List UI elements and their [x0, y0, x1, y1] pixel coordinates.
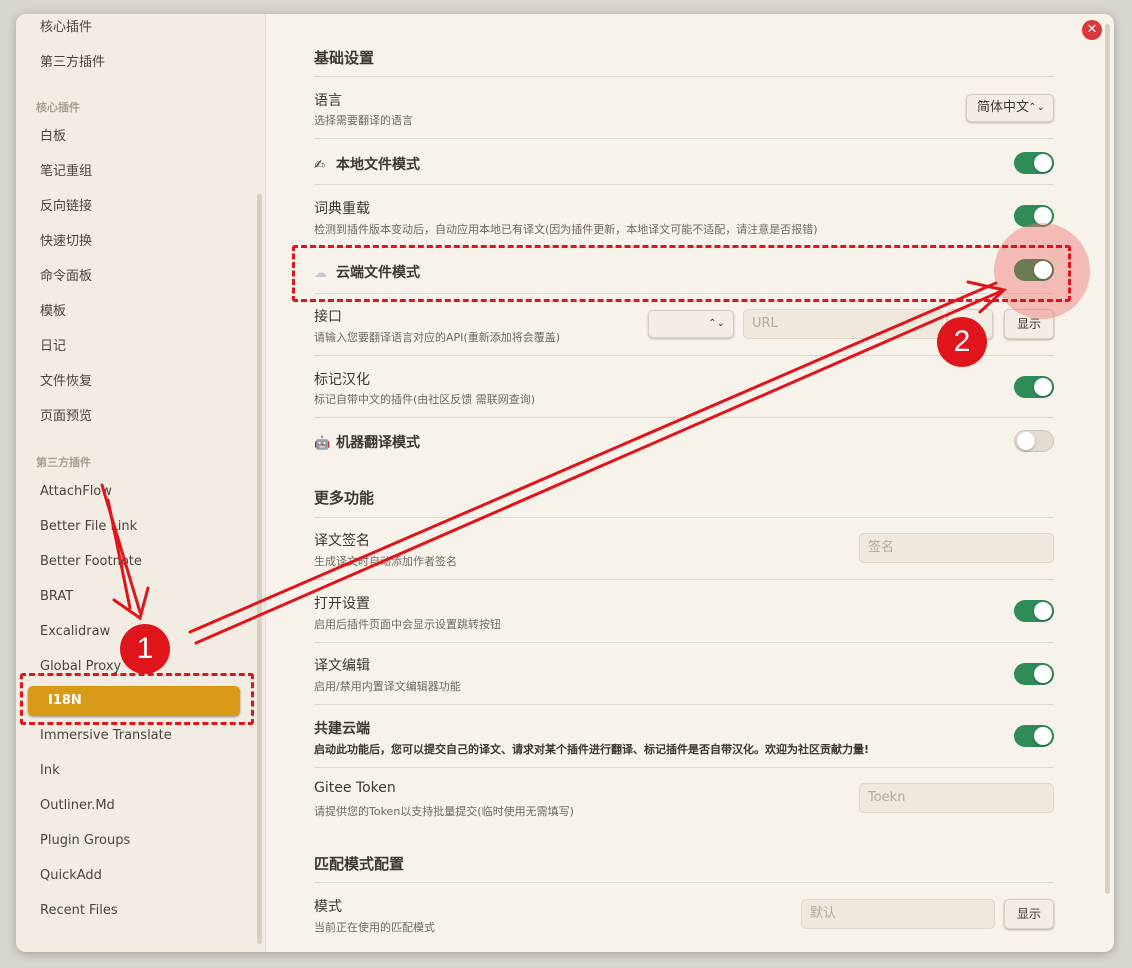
sidebar-header-core: 核心插件 — [36, 101, 80, 114]
sidebar-item-core-plugins-top[interactable]: 核心插件 — [28, 14, 240, 44]
local-mode-label: ✍ 本地文件模式 — [314, 157, 420, 173]
signature-desc: 生成译文时自动添加作者签名 — [314, 555, 457, 568]
sidebar-item-quickadd[interactable]: QuickAdd — [28, 860, 240, 892]
editor-desc: 启用/禁用内置译文编辑器功能 — [314, 680, 461, 693]
divider — [314, 138, 1054, 139]
settings-sidebar: 核心插件 第三方插件 核心插件 白板 笔记重组 反向链接 快速切换 命令面板 模… — [16, 14, 266, 952]
language-desc: 选择需要翻译的语言 — [314, 114, 413, 127]
pencil-icon: ✍ — [314, 158, 325, 173]
robot-icon: 🤖 — [314, 436, 331, 451]
chevron-updown-icon: ⌃⌄ — [1028, 102, 1045, 113]
close-icon[interactable]: ✕ — [1082, 20, 1102, 40]
open-settings-toggle[interactable] — [1014, 600, 1054, 622]
sidebar-item-file-recovery[interactable]: 文件恢复 — [28, 366, 240, 398]
section-title-basic: 基础设置 — [314, 49, 375, 67]
mark-toggle[interactable] — [1014, 376, 1054, 398]
signature-label: 译文签名 — [314, 533, 370, 549]
editor-toggle[interactable] — [1014, 663, 1054, 685]
settings-content: 基础设置 语言 选择需要翻译的语言 简体中文 ⌃⌄ ✍ 本地文件模式 词典重载 检… — [266, 14, 1114, 952]
gitee-label: Gitee Token — [314, 780, 396, 796]
divider — [314, 642, 1054, 643]
mode-desc: 当前正在使用的匹配模式 — [314, 921, 435, 934]
co-cloud-desc: 启动此功能后，您可以提交自己的译文、请求对某个插件进行翻译、标记插件是否自带汉化… — [314, 743, 870, 756]
divider — [314, 704, 1054, 705]
mode-show-button[interactable]: 显示 — [1004, 899, 1054, 929]
gitee-desc: 请提供您的Token以支持批量提交(临时使用无需填写) — [314, 805, 574, 818]
annotation-step-1: 1 — [120, 624, 170, 674]
section-title-more: 更多功能 — [314, 489, 375, 507]
sidebar-item-daily-notes[interactable]: 日记 — [28, 331, 240, 363]
divider — [314, 417, 1054, 418]
co-cloud-toggle[interactable] — [1014, 725, 1054, 747]
api-language-select[interactable]: ⌃⌄ — [648, 310, 734, 338]
mode-label: 模式 — [314, 899, 342, 915]
sidebar-item-canvas[interactable]: 白板 — [28, 121, 240, 153]
divider — [314, 767, 1054, 768]
sidebar-item-note-composer[interactable]: 笔记重组 — [28, 156, 240, 188]
gitee-token-input[interactable]: Toekn — [859, 783, 1054, 813]
sidebar-item-command-palette[interactable]: 命令面板 — [28, 261, 240, 293]
sidebar-item-quick-switcher[interactable]: 快速切换 — [28, 226, 240, 258]
sidebar-item-page-preview[interactable]: 页面预览 — [28, 401, 240, 433]
machine-mode-label: 🤖 机器翻译模式 — [314, 435, 420, 451]
open-settings-label: 打开设置 — [314, 596, 370, 612]
sidebar-item-outliner-md[interactable]: Outliner.Md — [28, 790, 240, 822]
divider — [314, 517, 1054, 518]
sidebar-item-better-file-link[interactable]: Better File Link — [28, 511, 240, 543]
dict-reload-label: 词典重载 — [314, 201, 370, 217]
local-mode-toggle[interactable] — [1014, 152, 1054, 174]
section-title-match: 匹配模式配置 — [314, 855, 405, 873]
settings-modal: 核心插件 第三方插件 核心插件 白板 笔记重组 反向链接 快速切换 命令面板 模… — [16, 14, 1114, 952]
language-label: 语言 — [314, 93, 342, 109]
sidebar-item-better-footnote[interactable]: Better Footnote — [28, 546, 240, 578]
language-select[interactable]: 简体中文 ⌃⌄ — [966, 94, 1054, 122]
sidebar-item-plugin-groups[interactable]: Plugin Groups — [28, 825, 240, 857]
api-desc: 请输入您要翻译语言对应的API(重新添加将会覆盖) — [314, 331, 560, 344]
mark-label: 标记汉化 — [314, 372, 370, 388]
mode-input[interactable]: 默认 — [801, 899, 995, 929]
sidebar-item-brat[interactable]: BRAT — [28, 581, 240, 613]
sidebar-item-third-party-top[interactable]: 第三方插件 — [28, 47, 240, 79]
sidebar-scrollbar[interactable] — [257, 194, 262, 944]
signature-input[interactable]: 签名 — [859, 533, 1054, 563]
annotation-step-2: 2 — [937, 317, 987, 367]
sidebar-item-ink[interactable]: Ink — [28, 755, 240, 787]
divider — [314, 579, 1054, 580]
annotation-box-i18n — [20, 673, 254, 725]
api-label: 接口 — [314, 309, 342, 325]
editor-label: 译文编辑 — [314, 658, 370, 674]
sidebar-header-third-party: 第三方插件 — [36, 456, 91, 469]
dict-reload-desc: 检测到插件版本变动后，自动应用本地已有译文(因为插件更新，本地译文可能不适配，请… — [314, 223, 818, 236]
annotation-box-cloud-mode — [292, 245, 1071, 302]
api-url-input[interactable]: URL — [743, 309, 943, 339]
content-scrollbar[interactable] — [1105, 24, 1110, 894]
sidebar-item-recent-files[interactable]: Recent Files — [28, 895, 240, 927]
divider — [314, 76, 1054, 77]
sidebar-item-backlinks[interactable]: 反向链接 — [28, 191, 240, 223]
machine-mode-toggle[interactable] — [1014, 430, 1054, 452]
mark-desc: 标记自带中文的插件(由社区反馈 需联网查询) — [314, 393, 536, 406]
divider — [314, 882, 1054, 883]
sidebar-item-templates[interactable]: 模板 — [28, 296, 240, 328]
chevron-updown-icon: ⌃⌄ — [708, 318, 725, 329]
co-cloud-label: 共建云端 — [314, 721, 370, 737]
language-select-value: 简体中文 — [977, 100, 1030, 115]
sidebar-item-attachflow[interactable]: AttachFlow — [28, 476, 240, 508]
divider — [314, 184, 1054, 185]
open-settings-desc: 启用后插件页面中会显示设置跳转按钮 — [314, 618, 501, 631]
